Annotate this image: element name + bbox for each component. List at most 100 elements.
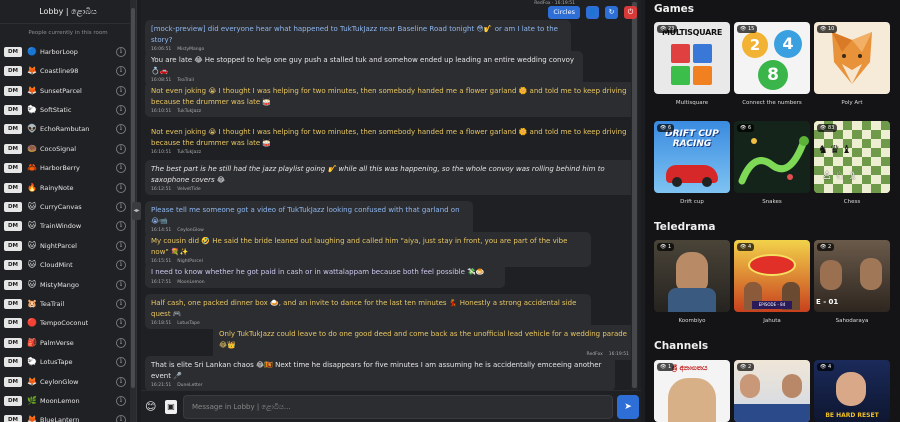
info-icon[interactable]: i [116, 415, 126, 422]
info-icon[interactable]: i [116, 201, 126, 212]
user-row[interactable]: DM 🐱 MistyMango i [4, 275, 126, 295]
info-icon[interactable]: i [116, 298, 126, 309]
dm-button[interactable]: DM [4, 46, 22, 57]
channel-card-2[interactable]: 👁 2 [734, 360, 810, 422]
dm-button[interactable]: DM [4, 182, 22, 193]
info-icon[interactable]: i [116, 337, 126, 348]
info-icon[interactable]: i [116, 182, 126, 193]
dm-button[interactable]: DM [4, 163, 22, 174]
user-icon[interactable]: 👤 [586, 6, 599, 19]
user-row[interactable]: DM 🐑 LotusTape i [4, 352, 126, 372]
user-row[interactable]: DM 🌿 MoonLemon i [4, 391, 126, 411]
viewer-count-badge: 👁 6 [737, 124, 755, 132]
user-avatar-icon: 🌿 [27, 395, 37, 405]
dm-button[interactable]: DM [4, 376, 22, 387]
message-author: VelvetTide [177, 187, 201, 192]
user-avatar-icon: 🦊 [27, 66, 37, 76]
viewer-count-badge: 👁 6 [657, 124, 675, 132]
user-row[interactable]: DM 🦊 SunsetParcel i [4, 81, 126, 101]
user-row[interactable]: DM 🦊 CeylonGlow i [4, 372, 126, 392]
user-row[interactable]: DM 🐱 TrainWindow i [4, 217, 126, 237]
teledrama-card-jahuta[interactable]: 👁 4 EPISODE - 84 [734, 240, 810, 312]
dm-button[interactable]: DM [4, 260, 22, 271]
game-card-poly-art[interactable]: 👁 10 [814, 22, 890, 94]
user-name: Coastline98 [40, 67, 79, 76]
user-row[interactable]: DM 🍩 CocoSignal i [4, 139, 126, 159]
chat-scrollbar-thumb[interactable] [632, 2, 637, 388]
dm-button[interactable]: DM [4, 395, 22, 406]
dm-button[interactable]: DM [4, 104, 22, 115]
game-card-drift-cup[interactable]: 👁 6 DRIFT CUP RACING [654, 121, 730, 193]
user-name: HarborBerry [40, 164, 80, 173]
user-row[interactable]: DM 🎒 PalmVerse i [4, 333, 126, 353]
info-icon[interactable]: i [116, 163, 126, 174]
user-row[interactable]: DM 👽 EchoRambutan i [4, 120, 126, 140]
circles-button[interactable]: Circles [548, 6, 580, 19]
message-meta: 16:17:51 MoonLemon [151, 280, 499, 285]
dm-button[interactable]: DM [4, 337, 22, 348]
info-icon[interactable]: i [116, 357, 126, 368]
collapse-sidebar-button[interactable]: ◂▸ [132, 202, 141, 220]
info-icon[interactable]: i [116, 318, 126, 329]
channel-card-1[interactable]: 👁 1 ශ්‍රී අනාගතය [654, 360, 730, 422]
game-card-chess[interactable]: 👁 83 ♞♛♝ ♙♘♗ [814, 121, 890, 193]
dm-button[interactable]: DM [4, 415, 22, 422]
info-icon[interactable]: i [116, 395, 126, 406]
dm-button[interactable]: DM [4, 143, 22, 154]
user-row[interactable]: DM 🦊 Coastline98 i [4, 61, 126, 81]
chat-message: Only TukTukJazz could leave to do one go… [213, 325, 635, 360]
user-name: TempoCoconut [40, 319, 89, 328]
send-button[interactable]: ➤ [617, 395, 639, 419]
game-card-multisquare[interactable]: 👁 23 MULTISQUARE [654, 22, 730, 94]
info-icon[interactable]: i [116, 240, 126, 251]
user-row[interactable]: DM 🐱 NightParcel i [4, 236, 126, 256]
info-icon[interactable]: i [116, 124, 126, 135]
user-row[interactable]: DM 🦊 BlueLantern i [4, 411, 126, 422]
info-icon[interactable]: i [116, 104, 126, 115]
message-time: 16:10:51 [151, 109, 172, 114]
refresh-icon[interactable]: ↻ [605, 6, 618, 19]
game-card-snakes[interactable]: 👁 6 [734, 121, 810, 193]
user-row[interactable]: DM 🔴 TempoCoconut i [4, 314, 126, 334]
dm-button[interactable]: DM [4, 124, 22, 135]
teledrama-card-koombiyo[interactable]: 👁 1 [654, 240, 730, 312]
info-icon[interactable]: i [116, 66, 126, 77]
info-icon[interactable]: i [116, 85, 126, 96]
game-card-connect-numbers[interactable]: 👁 15 2 4 8 [734, 22, 810, 94]
dm-button[interactable]: DM [4, 221, 22, 232]
info-icon[interactable]: i [116, 376, 126, 387]
user-row[interactable]: DM 🦀 HarborBerry i [4, 158, 126, 178]
dm-button[interactable]: DM [4, 357, 22, 368]
user-name: MistyMango [40, 280, 80, 289]
info-icon[interactable]: i [116, 279, 126, 290]
user-row[interactable]: DM 🔥 RainyNote i [4, 178, 126, 198]
dm-button[interactable]: DM [4, 279, 22, 290]
power-icon[interactable]: ⏻ [624, 6, 637, 19]
dm-button[interactable]: DM [4, 298, 22, 309]
info-icon[interactable]: i [116, 143, 126, 154]
info-icon[interactable]: i [116, 260, 126, 271]
info-icon[interactable]: i [116, 221, 126, 232]
message-meta: 16:10:51 TukTukJazz [151, 109, 631, 114]
user-row[interactable]: DM 🐱 CloudMint i [4, 255, 126, 275]
user-row[interactable]: DM 🔵 HarborLoop i [4, 42, 126, 62]
dm-button[interactable]: DM [4, 66, 22, 77]
image-upload-icon[interactable]: ▣ [165, 400, 177, 414]
teledrama-card-sahodaraya[interactable]: 👁 2 E - 01 [814, 240, 890, 312]
user-row[interactable]: DM 🐑 SoftStatic i [4, 100, 126, 120]
dm-button[interactable]: DM [4, 85, 22, 96]
channel-title: ශ්‍රී අනාගතය [672, 364, 708, 372]
emoji-icon[interactable]: 😊 [145, 400, 159, 414]
user-row[interactable]: DM 🐱 CurryCanvas i [4, 197, 126, 217]
channel-card-4[interactable]: 👁 4 BE HARD RESET [814, 360, 890, 422]
dm-button[interactable]: DM [4, 201, 22, 212]
message-input[interactable]: Message in Lobby | ළොබිය... [183, 395, 613, 419]
chat-scrollbar[interactable] [631, 0, 638, 390]
chat-message: Not even joking 😭 I thought I was helpin… [145, 123, 637, 158]
chat-toolbar: Circles 👤 ↻ ⏻ [548, 6, 637, 19]
info-icon[interactable]: i [116, 46, 126, 57]
dm-button[interactable]: DM [4, 240, 22, 251]
sidebar-scrollbar-thumb[interactable] [131, 8, 135, 388]
dm-button[interactable]: DM [4, 318, 22, 329]
user-row[interactable]: DM 🐹 TeaTrail i [4, 294, 126, 314]
